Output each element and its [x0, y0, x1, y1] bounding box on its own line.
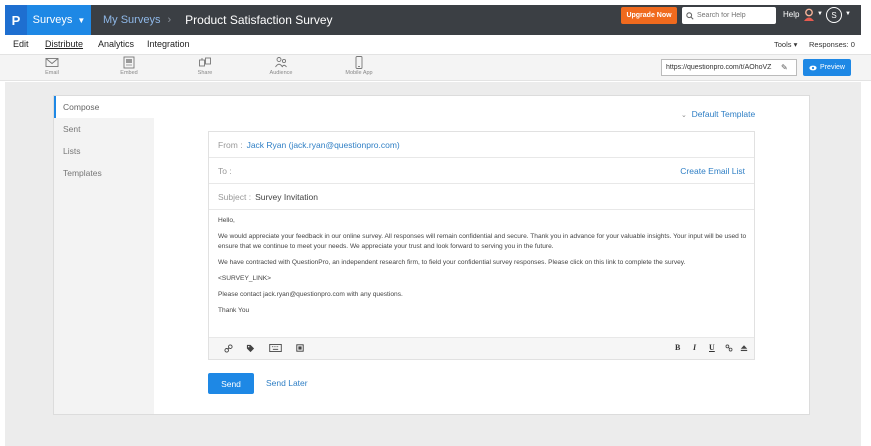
nav-compose[interactable]: Compose	[54, 96, 154, 118]
survey-title: Product Satisfaction Survey	[185, 13, 333, 27]
survey-url[interactable]: https://questionpro.com/t/AOhoVZ	[666, 64, 778, 71]
survey-url-field[interactable]: https://questionpro.com/t/AOhoVZ ✎	[661, 59, 797, 76]
email-left-nav: Compose Sent Lists Templates	[54, 96, 154, 414]
share-icon	[199, 57, 211, 67]
envelope-icon	[45, 58, 59, 67]
breadcrumb-separator: ›	[167, 14, 172, 26]
editor-toolbar: B I U	[209, 337, 754, 359]
email-body-editor[interactable]: Hello, We would appreciate your feedback…	[218, 216, 748, 322]
default-template-dropdown[interactable]: ⌄ Default Template	[681, 109, 755, 119]
body-paragraph-2: We have contracted with QuestionPro, an …	[218, 258, 686, 266]
menu-analytics[interactable]: Analytics	[98, 39, 134, 49]
email-form: From : Jack Ryan (jack.ryan@questionpro.…	[208, 131, 755, 360]
user-icon[interactable]	[803, 8, 815, 22]
tool-embed-label: Embed	[120, 70, 138, 76]
compose-card: Compose Sent Lists Templates ⌄ Default T…	[53, 95, 810, 415]
tool-audience[interactable]: Audience	[256, 56, 306, 76]
keyboard-icon[interactable]	[268, 342, 282, 354]
to-label: To :	[218, 165, 232, 176]
surveys-dropdown[interactable]: Surveys ▼	[27, 5, 91, 35]
body-paragraph-1: We would appreciate your feedback in our…	[218, 233, 747, 250]
tool-email[interactable]: Email	[27, 56, 77, 76]
from-label: From :	[218, 139, 243, 150]
body-contact: Please contact jack.ryan@questionpro.com…	[218, 290, 403, 298]
unlink-icon[interactable]	[723, 342, 735, 354]
bold-button[interactable]: B	[675, 343, 680, 352]
embed-icon	[123, 56, 135, 69]
tool-email-label: Email	[45, 70, 59, 76]
send-later-link[interactable]: Send Later	[266, 378, 308, 388]
subject-label: Subject :	[218, 191, 252, 202]
nav-sent[interactable]: Sent	[54, 118, 154, 140]
from-value[interactable]: Jack Ryan (jack.ryan@questionpro.com)	[247, 140, 400, 150]
mobile-icon	[355, 56, 363, 69]
tool-mobile-app[interactable]: Mobile App	[334, 56, 384, 76]
surveys-dropdown-label: Surveys	[32, 14, 73, 26]
tool-mobile-app-label: Mobile App	[345, 70, 373, 76]
to-row[interactable]: To : Create Email List	[209, 158, 754, 184]
user-menu-caret-icon[interactable]: ▼	[817, 11, 823, 17]
tool-audience-label: Audience	[269, 70, 293, 76]
chevron-down-icon: ⌄	[681, 112, 687, 119]
create-email-list-link[interactable]: Create Email List	[680, 166, 745, 176]
subject-value[interactable]: Survey Invitation	[255, 192, 318, 202]
from-row[interactable]: From : Jack Ryan (jack.ryan@questionpro.…	[209, 132, 754, 158]
preview-label: Preview	[820, 64, 845, 71]
account-menu-caret-icon[interactable]: ▼	[845, 11, 851, 17]
menu-edit[interactable]: Edit	[13, 39, 29, 49]
search-icon	[686, 11, 694, 20]
account-avatar[interactable]: S	[826, 7, 842, 23]
subject-row[interactable]: Subject : Survey Invitation	[209, 184, 754, 210]
edit-pencil-icon[interactable]: ✎	[781, 63, 788, 72]
help-search-box[interactable]	[682, 7, 776, 24]
help-search-input[interactable]	[697, 12, 775, 19]
tag-icon[interactable]	[244, 342, 256, 354]
responses-count[interactable]: Responses: 0	[809, 40, 855, 49]
tool-share-label: Share	[197, 70, 213, 76]
underline-button[interactable]: U	[709, 343, 715, 352]
main-menu: Edit Distribute Analytics Integration To…	[0, 36, 871, 53]
italic-button[interactable]: I	[693, 343, 696, 352]
body-survey-link: <SURVEY_LINK>	[218, 274, 272, 282]
body-greeting: Hello,	[218, 217, 235, 224]
tool-embed[interactable]: Embed	[104, 56, 154, 76]
nav-templates[interactable]: Templates	[54, 162, 154, 184]
send-button[interactable]: Send	[208, 373, 254, 394]
upgrade-now-button[interactable]: Upgrade Now	[621, 7, 677, 24]
eject-icon[interactable]	[738, 342, 750, 354]
image-icon[interactable]	[294, 342, 306, 354]
help-link[interactable]: Help	[783, 10, 799, 19]
audience-icon	[275, 57, 287, 68]
distribute-toolbar: Email Embed Share Audience Mobile App ht…	[0, 54, 871, 81]
menu-distribute[interactable]: Distribute	[45, 39, 83, 49]
breadcrumb-my-surveys[interactable]: My Surveys	[103, 14, 160, 26]
preview-button[interactable]: Preview	[803, 59, 851, 76]
link-icon[interactable]	[222, 342, 234, 354]
menu-integration[interactable]: Integration	[147, 39, 190, 49]
eye-icon	[809, 65, 817, 70]
body-signoff: Thank You	[218, 306, 250, 314]
template-label: Default Template	[691, 109, 756, 119]
nav-lists[interactable]: Lists	[54, 140, 154, 162]
tool-share[interactable]: Share	[180, 56, 230, 76]
questionpro-logo[interactable]: P	[5, 5, 27, 35]
caret-down-icon: ▼	[77, 15, 86, 25]
tools-menu[interactable]: Tools ▾	[774, 40, 797, 49]
